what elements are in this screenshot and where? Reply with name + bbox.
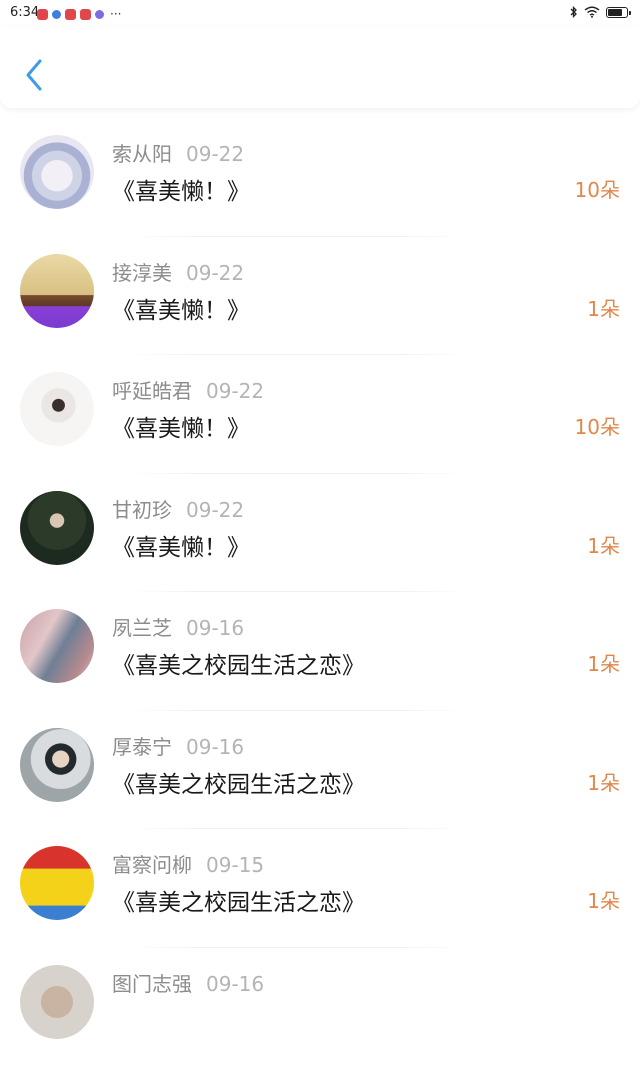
- app-notification-icon: [80, 9, 91, 20]
- wifi-icon: [584, 6, 600, 18]
- user-name[interactable]: 甘初珍: [112, 498, 172, 522]
- list-item[interactable]: 图门志强 09-16: [0, 948, 640, 1066]
- app-notification-icon: [65, 9, 76, 20]
- list-item[interactable]: 夙兰芝 09-16 《喜美之校园生活之恋》 1朵: [0, 592, 640, 711]
- flower-count: 1朵: [587, 648, 620, 677]
- flower-count: 1朵: [587, 885, 620, 914]
- user-name[interactable]: 接淳美: [112, 261, 172, 285]
- flower-count: 1朵: [587, 530, 620, 559]
- list-item[interactable]: 厚泰宁 09-16 《喜美之校园生活之恋》 1朵: [0, 711, 640, 830]
- avatar[interactable]: [20, 491, 94, 565]
- record-date: 09-22: [186, 142, 244, 166]
- status-bar: 6:34 ···: [0, 0, 640, 26]
- record-date: 09-16: [206, 972, 264, 996]
- avatar[interactable]: [20, 846, 94, 920]
- record-date: 09-22: [206, 379, 264, 403]
- back-button[interactable]: [18, 56, 52, 94]
- record-date: 09-16: [186, 616, 244, 640]
- record-date: 09-22: [186, 498, 244, 522]
- flower-count: 1朵: [587, 293, 620, 322]
- book-title[interactable]: 《喜美懒！》: [112, 172, 250, 206]
- record-date: 09-22: [186, 261, 244, 285]
- list-item[interactable]: 接淳美 09-22 《喜美懒！》 1朵: [0, 237, 640, 356]
- list-item[interactable]: 富察问柳 09-15 《喜美之校园生活之恋》 1朵: [0, 829, 640, 948]
- book-title[interactable]: 《喜美懒！》: [112, 291, 250, 325]
- record-date: 09-15: [206, 853, 264, 877]
- avatar[interactable]: [20, 609, 94, 683]
- system-status-icons: [570, 6, 628, 18]
- avatar[interactable]: [20, 965, 94, 1039]
- user-name[interactable]: 索从阳: [112, 142, 172, 166]
- book-title[interactable]: 《喜美懒！》: [112, 409, 250, 443]
- user-name[interactable]: 厚泰宁: [112, 735, 172, 759]
- user-name[interactable]: 富察问柳: [112, 853, 192, 877]
- flower-count: 10朵: [575, 411, 620, 440]
- book-title[interactable]: 《喜美之校园生活之恋》: [112, 646, 365, 680]
- chevron-left-icon: [18, 56, 52, 94]
- avatar[interactable]: [20, 135, 94, 209]
- user-name[interactable]: 图门志强: [112, 972, 192, 996]
- bluetooth-icon: [570, 6, 578, 18]
- user-name[interactable]: 夙兰芝: [112, 616, 172, 640]
- list-item[interactable]: 索从阳 09-22 《喜美懒！》 10朵: [0, 118, 640, 237]
- app-notification-icon: [95, 10, 104, 19]
- list-item[interactable]: 甘初珍 09-22 《喜美懒！》 1朵: [0, 474, 640, 593]
- avatar[interactable]: [20, 728, 94, 802]
- flower-count: 1朵: [587, 767, 620, 796]
- book-title[interactable]: 《喜美之校园生活之恋》: [112, 765, 365, 799]
- app-notification-icon: [52, 10, 61, 19]
- header-bar: [0, 26, 640, 108]
- more-notifications-icon: ···: [110, 7, 121, 21]
- avatar[interactable]: [20, 254, 94, 328]
- notification-icons: ···: [37, 7, 121, 21]
- list-item[interactable]: 呼延皓君 09-22 《喜美懒！》 10朵: [0, 355, 640, 474]
- status-time: 6:34: [10, 5, 39, 20]
- gift-record-list: 索从阳 09-22 《喜美懒！》 10朵 接淳美 09-22 《喜美懒！》 1朵 呼…: [0, 118, 640, 1066]
- book-title[interactable]: 《喜美之校园生活之恋》: [112, 883, 365, 917]
- book-title[interactable]: 《喜美懒！》: [112, 528, 250, 562]
- record-date: 09-16: [186, 735, 244, 759]
- flower-count: 10朵: [575, 174, 620, 203]
- battery-icon: [606, 7, 628, 18]
- app-notification-icon: [37, 9, 48, 20]
- user-name[interactable]: 呼延皓君: [112, 379, 192, 403]
- avatar[interactable]: [20, 372, 94, 446]
